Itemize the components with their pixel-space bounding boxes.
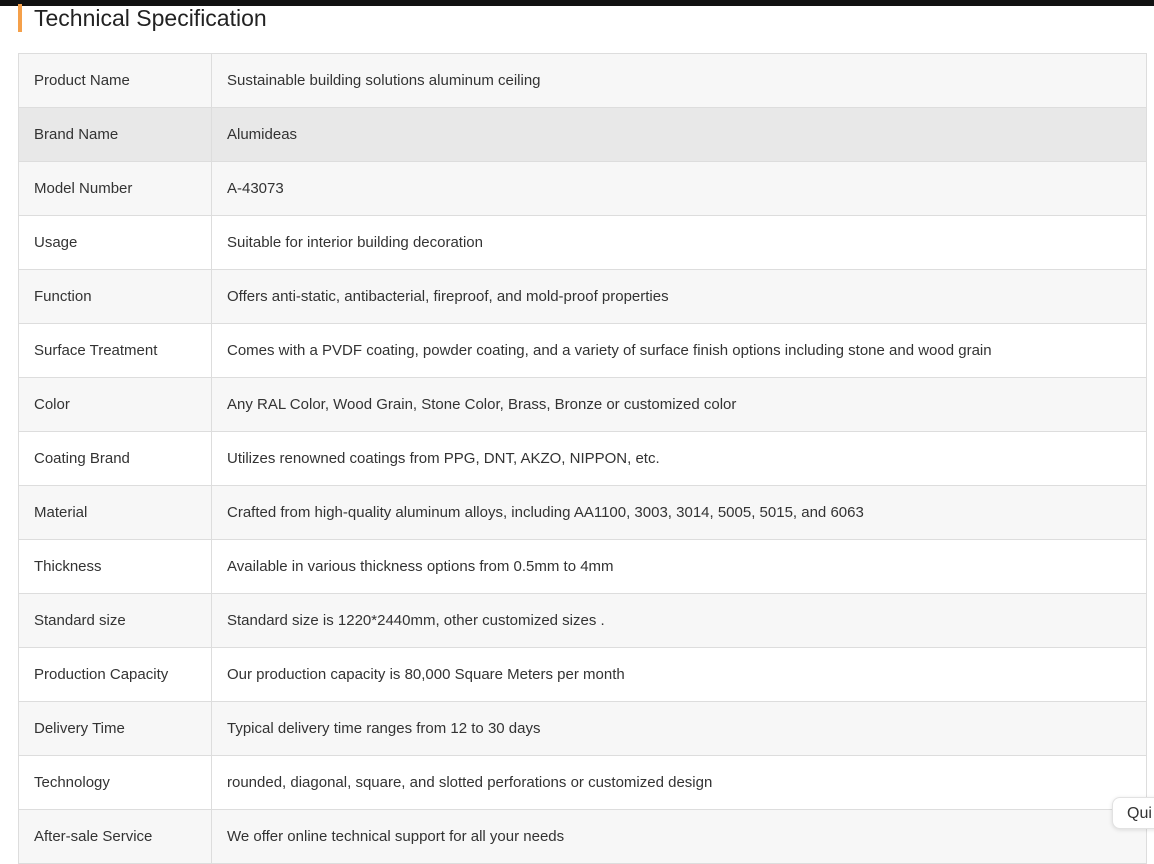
spec-row-function: Function Offers anti-static, antibacteri…: [18, 269, 1147, 324]
spec-row-delivery-time: Delivery Time Typical delivery time rang…: [18, 701, 1147, 756]
spec-row-technology: Technology rounded, diagonal, square, an…: [18, 755, 1147, 810]
section-heading: Technical Specification: [18, 3, 267, 33]
quick-contact-tab[interactable]: Qui: [1112, 797, 1154, 829]
spec-value: Suitable for interior building decoratio…: [211, 215, 1147, 270]
spec-row-product-name: Product Name Sustainable building soluti…: [18, 53, 1147, 108]
spec-label: Standard size: [18, 593, 212, 648]
spec-value: Offers anti-static, antibacterial, firep…: [211, 269, 1147, 324]
page-title: Technical Specification: [34, 5, 267, 31]
spec-value: Standard size is 1220*2440mm, other cust…: [211, 593, 1147, 648]
spec-value: rounded, diagonal, square, and slotted p…: [211, 755, 1147, 810]
spec-value: Typical delivery time ranges from 12 to …: [211, 701, 1147, 756]
spec-row-usage: Usage Suitable for interior building dec…: [18, 215, 1147, 270]
heading-accent-bar: [18, 4, 22, 32]
spec-label: After-sale Service: [18, 809, 212, 864]
spec-value: Any RAL Color, Wood Grain, Stone Color, …: [211, 377, 1147, 432]
spec-label: Thickness: [18, 539, 212, 594]
spec-label: Brand Name: [18, 107, 212, 162]
spec-row-model-number: Model Number A-43073: [18, 161, 1147, 216]
spec-value: A-43073: [211, 161, 1147, 216]
spec-row-after-sale-service: After-sale Service We offer online techn…: [18, 809, 1147, 864]
spec-label: Usage: [18, 215, 212, 270]
spec-label: Surface Treatment: [18, 323, 212, 378]
spec-label: Color: [18, 377, 212, 432]
spec-label: Technology: [18, 755, 212, 810]
spec-row-thickness: Thickness Available in various thickness…: [18, 539, 1147, 594]
spec-value: Crafted from high-quality aluminum alloy…: [211, 485, 1147, 540]
spec-table: Product Name Sustainable building soluti…: [18, 53, 1147, 864]
spec-label: Material: [18, 485, 212, 540]
spec-row-material: Material Crafted from high-quality alumi…: [18, 485, 1147, 540]
spec-row-standard-size: Standard size Standard size is 1220*2440…: [18, 593, 1147, 648]
spec-value: Sustainable building solutions aluminum …: [211, 53, 1147, 108]
spec-value: We offer online technical support for al…: [211, 809, 1147, 864]
spec-value: Our production capacity is 80,000 Square…: [211, 647, 1147, 702]
spec-value: Utilizes renowned coatings from PPG, DNT…: [211, 431, 1147, 486]
spec-value: Available in various thickness options f…: [211, 539, 1147, 594]
spec-label: Production Capacity: [18, 647, 212, 702]
spec-row-surface-treatment: Surface Treatment Comes with a PVDF coat…: [18, 323, 1147, 378]
spec-row-coating-brand: Coating Brand Utilizes renowned coatings…: [18, 431, 1147, 486]
spec-label: Model Number: [18, 161, 212, 216]
spec-value: Alumideas: [211, 107, 1147, 162]
spec-row-color: Color Any RAL Color, Wood Grain, Stone C…: [18, 377, 1147, 432]
spec-label: Product Name: [18, 53, 212, 108]
spec-label: Delivery Time: [18, 701, 212, 756]
spec-row-brand-name: Brand Name Alumideas: [18, 107, 1147, 162]
spec-label: Coating Brand: [18, 431, 212, 486]
spec-row-production-capacity: Production Capacity Our production capac…: [18, 647, 1147, 702]
spec-label: Function: [18, 269, 212, 324]
spec-value: Comes with a PVDF coating, powder coatin…: [211, 323, 1147, 378]
